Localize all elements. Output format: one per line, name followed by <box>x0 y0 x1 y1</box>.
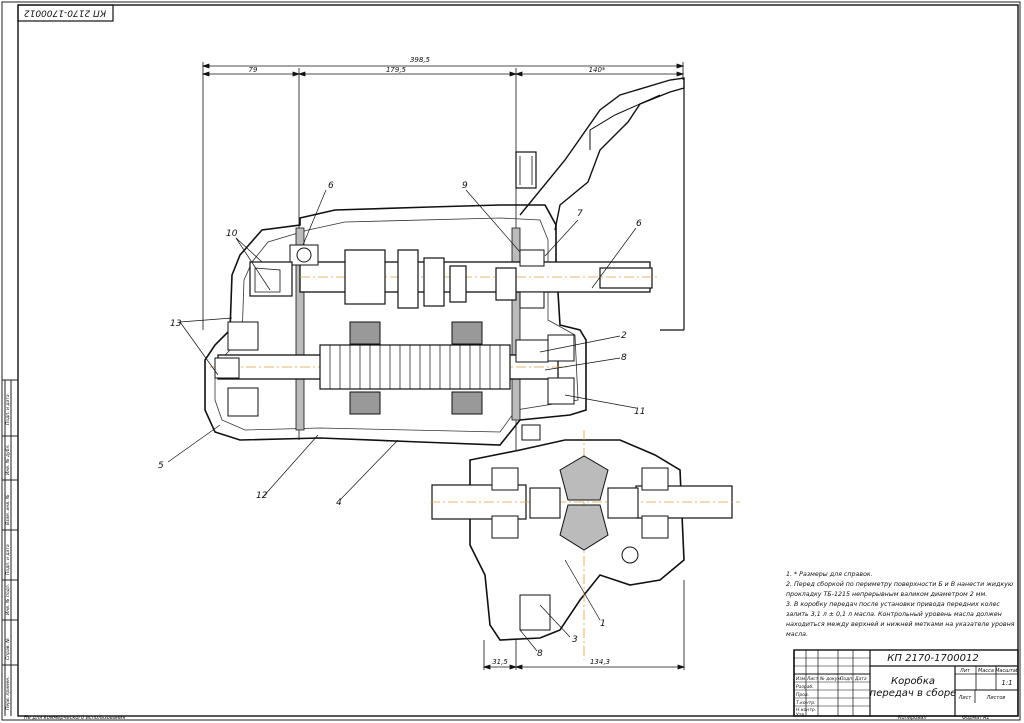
side-label-4: Инв. № подл. <box>5 584 11 615</box>
callout-10: 10 <box>226 229 238 239</box>
callout-4: 4 <box>336 498 342 508</box>
top-stamp-text: КП 2170-1700012 <box>24 8 107 18</box>
footer-noncommercial: Не для коммерческого использования <box>24 715 125 721</box>
callout-8-mid: 8 <box>621 353 627 363</box>
dim-31: 31,5 <box>492 658 508 666</box>
callout-13: 13 <box>170 319 182 329</box>
note-line: залить 3,1 л ± 0,1 л масла. Контрольный … <box>786 611 1002 618</box>
side-label-2: Взам. инв. № <box>5 494 11 525</box>
dim-140: 140* <box>589 66 606 74</box>
footer-copied: Копировал <box>898 715 927 721</box>
footer-format-value: А1 <box>982 715 990 721</box>
callout-7: 7 <box>577 209 583 219</box>
note-line: 1. * Размеры для справок. <box>786 571 873 578</box>
col-scale: Масштаб <box>995 668 1019 674</box>
row-label-list: Лист <box>806 676 819 682</box>
callout-9: 9 <box>462 181 468 191</box>
callout-6-top: 6 <box>328 181 334 191</box>
gearbox-drawing <box>204 77 740 670</box>
col-mass: Масса <box>978 668 994 674</box>
note-line: 2. Перед сборкой по периметру поверхност… <box>786 581 1014 588</box>
dim-179: 179,5 <box>386 66 407 74</box>
dim-79: 79 <box>249 66 258 74</box>
row-label-sign: Подп. <box>840 676 854 682</box>
top-dimensions <box>201 62 685 450</box>
scale-value: 1:1 <box>1001 679 1012 687</box>
note-line: находиться между верхней и нижней меткам… <box>786 621 1015 628</box>
side-label-0: Подп. и дата <box>5 394 11 425</box>
callout-2: 2 <box>621 331 627 341</box>
note-line: 3. В коробку передач после установки при… <box>786 601 1000 608</box>
row-label-razrab: Разраб. <box>796 684 814 690</box>
dim-134: 134,3 <box>590 658 610 666</box>
side-label-1: Инв. № дубл. <box>5 444 11 475</box>
callout-11: 11 <box>634 407 645 417</box>
callout-3: 3 <box>572 635 578 645</box>
title-block-code: КП 2170-1700012 <box>887 653 978 664</box>
callout-5: 5 <box>158 461 164 471</box>
title-block-name-2: передач в сборе <box>870 687 957 699</box>
col-lit: Лит <box>959 668 971 674</box>
row-label-tkontr: Т.контр. <box>796 700 816 706</box>
label-sheet: Лист <box>958 695 973 701</box>
side-label-6: Перв. примен. <box>5 676 11 710</box>
row-label-prov: Пров. <box>796 692 809 698</box>
footer-format: Формат <box>962 715 983 721</box>
dim-overall: 398,5 <box>410 56 431 64</box>
side-label-5: Справ. № <box>5 638 11 660</box>
technical-notes: 1. * Размеры для справок. 2. Перед сборк… <box>786 570 1015 640</box>
side-label-3: Подп. и дата <box>5 544 11 575</box>
row-label-utv: Утв. <box>796 712 805 718</box>
callout-6-right: 6 <box>636 219 642 229</box>
callout-1: 1 <box>600 619 606 629</box>
note-line: прокладку ТБ-1215 непрерывным валиком ди… <box>786 591 988 598</box>
callout-8-bottom: 8 <box>537 649 543 659</box>
row-label-doc: № докум. <box>819 676 842 682</box>
note-line: масла. <box>786 631 808 638</box>
row-label-date: Дата <box>854 676 867 682</box>
callout-12: 12 <box>256 491 268 501</box>
title-block-name-1: Коробка <box>891 675 935 687</box>
row-label-izm: Изм. <box>796 676 807 682</box>
label-sheets: Листов <box>986 695 1006 701</box>
